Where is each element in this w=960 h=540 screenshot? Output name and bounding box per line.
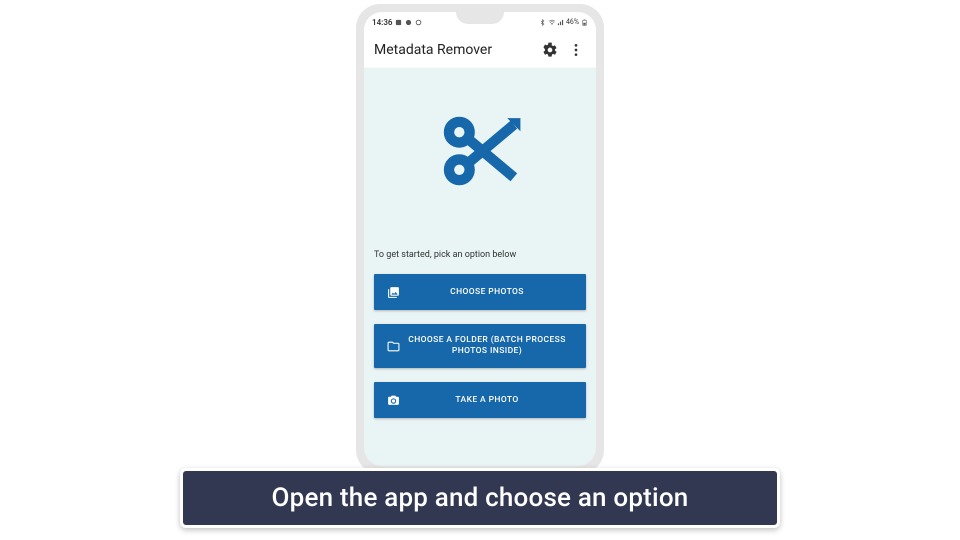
status-app-icon bbox=[395, 19, 402, 26]
signal-icon bbox=[557, 19, 564, 26]
caption-text: Open the app and choose an option bbox=[272, 483, 689, 513]
choose-photos-label: CHOOSE PHOTOS bbox=[400, 287, 574, 298]
status-app-icon-3 bbox=[415, 19, 422, 26]
more-vert-icon[interactable] bbox=[566, 40, 586, 60]
take-photo-button[interactable]: TAKE A PHOTO bbox=[374, 382, 586, 418]
app-content: To get started, pick an option below CHO… bbox=[364, 68, 596, 466]
choose-photos-button[interactable]: CHOOSE PHOTOS bbox=[374, 274, 586, 310]
app-bar: Metadata Remover bbox=[364, 32, 596, 68]
phone-notch bbox=[456, 12, 504, 24]
phone-frame: 14:36 bbox=[356, 4, 604, 474]
status-right: 46% bbox=[539, 18, 588, 26]
folder-icon bbox=[386, 339, 400, 353]
battery-icon bbox=[581, 19, 588, 26]
take-photo-label: TAKE A PHOTO bbox=[400, 395, 574, 406]
wifi-icon bbox=[548, 19, 555, 26]
photos-icon bbox=[386, 285, 400, 299]
scissors-cut-icon bbox=[433, 104, 527, 202]
status-app-icon-2 bbox=[405, 19, 412, 26]
status-battery-text: 46% bbox=[566, 18, 579, 26]
caption-banner: Open the app and choose an option bbox=[180, 468, 780, 528]
choose-folder-label: CHOOSE A FOLDER (BATCH PROCESS PHOTOS IN… bbox=[400, 335, 574, 356]
phone-screen: 14:36 bbox=[364, 12, 596, 466]
choose-folder-button[interactable]: CHOOSE A FOLDER (BATCH PROCESS PHOTOS IN… bbox=[374, 324, 586, 368]
camera-icon bbox=[386, 393, 400, 407]
app-title: Metadata Remover bbox=[374, 42, 534, 58]
status-left: 14:36 bbox=[372, 18, 422, 27]
hero-area bbox=[374, 78, 586, 242]
bluetooth-icon bbox=[539, 19, 546, 26]
status-time: 14:36 bbox=[372, 18, 392, 27]
hint-text: To get started, pick an option below bbox=[374, 250, 586, 260]
gear-icon[interactable] bbox=[540, 40, 560, 60]
